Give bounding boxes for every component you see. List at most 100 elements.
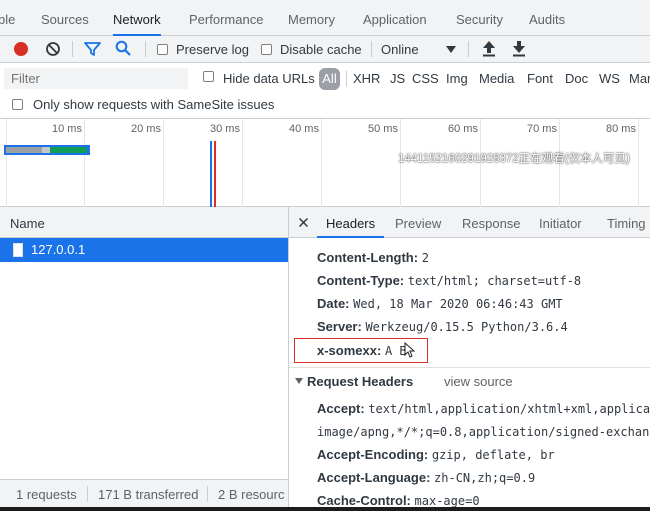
header-row: x-somexx: A B	[317, 343, 407, 358]
timeline-tick: 40 ms	[289, 123, 319, 135]
record-icon[interactable]	[14, 42, 28, 56]
header-row: Accept-Language: zh-CN,zh;q=0.9	[317, 470, 535, 485]
header-value: gzip, deflate, br	[431, 448, 555, 462]
tab-network[interactable]: Network	[113, 0, 161, 36]
header-row: Accept: text/html,application/xhtml+xml,…	[317, 401, 650, 416]
type-filter-manifest[interactable]: Mar	[629, 71, 650, 86]
header-name: Content-Type:	[317, 273, 405, 288]
table-row[interactable]: 127.0.0.1	[0, 238, 288, 262]
type-filter-doc[interactable]: Doc	[565, 71, 588, 86]
header-name: Accept-Encoding:	[317, 447, 429, 462]
header-row: image/apng,*/*;q=0.8,application/signed-…	[317, 424, 649, 439]
preserve-log-label: Preserve log	[176, 42, 249, 57]
type-filter-xhr[interactable]: XHR	[353, 71, 380, 86]
request-list-header: Name	[0, 207, 288, 238]
detail-tab-initiator[interactable]: Initiator	[539, 216, 582, 231]
request-details: Headers Preview Response Initiator Timin…	[289, 207, 650, 511]
view-source-link[interactable]: view source	[444, 374, 513, 389]
disable-cache-label: Disable cache	[280, 42, 362, 57]
tab-security[interactable]: Security	[456, 0, 503, 36]
domcontentloaded-marker	[210, 141, 212, 207]
request-headers-title[interactable]: Request Headers	[307, 374, 413, 389]
clear-icon[interactable]	[45, 41, 61, 57]
type-filter-css[interactable]: CSS	[412, 71, 439, 86]
search-icon[interactable]	[115, 40, 132, 57]
type-filter-ws[interactable]: WS	[599, 71, 620, 86]
devtools-tab-bar: ble Sources Network Performance Memory A…	[0, 0, 650, 36]
detail-tab-preview[interactable]: Preview	[395, 216, 441, 231]
hide-data-urls-label: Hide data URLs	[223, 71, 315, 86]
header-row: Content-Length: 2	[317, 250, 429, 265]
timeline-tick: 80 ms	[606, 123, 636, 135]
header-name: Server:	[317, 319, 362, 334]
samesite-row: Only show requests with SameSite issues	[0, 95, 650, 119]
header-row: Content-Type: text/html; charset=utf-8	[317, 273, 581, 288]
header-value: text/html,application/xhtml+xml,applica	[368, 402, 650, 416]
header-value: zh-CN,zh;q=0.9	[434, 471, 536, 485]
detail-tab-timing[interactable]: Timing	[607, 216, 646, 231]
header-value: image/apng,*/*;q=0.8,application/signed-…	[317, 425, 650, 439]
window-bottom-edge	[0, 507, 650, 511]
type-filter-font[interactable]: Font	[527, 71, 553, 86]
header-value: max-age=0	[414, 494, 480, 508]
detail-tab-response[interactable]: Response	[462, 216, 521, 231]
tab-audits[interactable]: Audits	[529, 0, 565, 36]
filter-input[interactable]	[4, 68, 188, 89]
type-filter-media[interactable]: Media	[479, 71, 514, 86]
samesite-checkbox[interactable]	[12, 99, 23, 110]
detail-tab-bar: Headers Preview Response Initiator Timin…	[289, 207, 650, 238]
header-name: Cache-Control:	[317, 493, 411, 508]
header-value: 2	[421, 251, 429, 265]
timeline-tick: 10 ms	[52, 123, 82, 135]
samesite-label: Only show requests with SameSite issues	[33, 97, 275, 112]
waterfall-bar-waiting	[6, 147, 42, 153]
waterfall-bar-download	[50, 147, 87, 153]
expand-triangle-icon[interactable]	[295, 378, 303, 384]
section-divider	[289, 367, 650, 368]
text-cursor-icon	[404, 342, 415, 358]
header-row: Server: Werkzeug/0.15.5 Python/3.6.4	[317, 319, 568, 334]
tab-console-partial[interactable]: ble	[0, 0, 15, 36]
header-value: Werkzeug/0.15.5 Python/3.6.4	[365, 320, 568, 334]
header-name: Date:	[317, 296, 350, 311]
request-name: 127.0.0.1	[31, 242, 86, 257]
header-name: Content-Length:	[317, 250, 419, 265]
tab-performance[interactable]: Performance	[189, 0, 263, 36]
import-har-icon[interactable]	[482, 40, 496, 57]
column-name[interactable]: Name	[10, 216, 45, 231]
export-har-icon[interactable]	[512, 40, 526, 57]
header-value: text/html; charset=utf-8	[407, 274, 582, 288]
status-requests: 1 requests	[16, 487, 77, 502]
header-name: x-somexx:	[317, 343, 382, 358]
tab-memory[interactable]: Memory	[288, 0, 335, 36]
timeline-tick: 30 ms	[210, 123, 240, 135]
preserve-log-checkbox[interactable]	[157, 44, 168, 55]
timeline-overview[interactable]: 10 ms 20 ms 30 ms 40 ms 50 ms 60 ms 70 m…	[0, 119, 650, 207]
header-name: Accept-Language:	[317, 470, 431, 485]
timeline-tick: 70 ms	[527, 123, 557, 135]
status-transferred: 171 B transferred	[98, 487, 199, 502]
type-filter-img[interactable]: Img	[446, 71, 468, 86]
waterfall-bar-queue	[42, 147, 50, 153]
hide-data-urls-checkbox[interactable]	[203, 71, 214, 82]
detail-tab-headers[interactable]: Headers	[317, 207, 385, 238]
network-toolbar: Preserve log Disable cache Online	[0, 36, 650, 63]
header-name: Accept:	[317, 401, 365, 416]
tab-sources[interactable]: Sources	[41, 0, 89, 36]
header-row: Accept-Encoding: gzip, deflate, br	[317, 447, 555, 462]
timeline-tick: 20 ms	[131, 123, 161, 135]
timeline-tick: 50 ms	[368, 123, 398, 135]
status-bar: 1 requests 171 B transferred 2 B resourc	[0, 479, 288, 507]
type-filter-js[interactable]: JS	[390, 71, 405, 86]
header-row: Date: Wed, 18 Mar 2020 06:46:43 GMT	[317, 296, 563, 311]
timeline-tick: 60 ms	[448, 123, 478, 135]
disable-cache-checkbox[interactable]	[261, 44, 272, 55]
load-marker	[214, 141, 216, 207]
type-filter-all[interactable]: All	[319, 68, 340, 90]
throttling-select[interactable]: Online	[381, 42, 419, 57]
close-icon[interactable]	[299, 218, 308, 227]
status-resources: 2 B resourc	[218, 487, 285, 502]
chevron-down-icon[interactable]	[446, 46, 456, 53]
tab-application[interactable]: Application	[363, 0, 427, 36]
filter-icon[interactable]	[84, 41, 101, 57]
